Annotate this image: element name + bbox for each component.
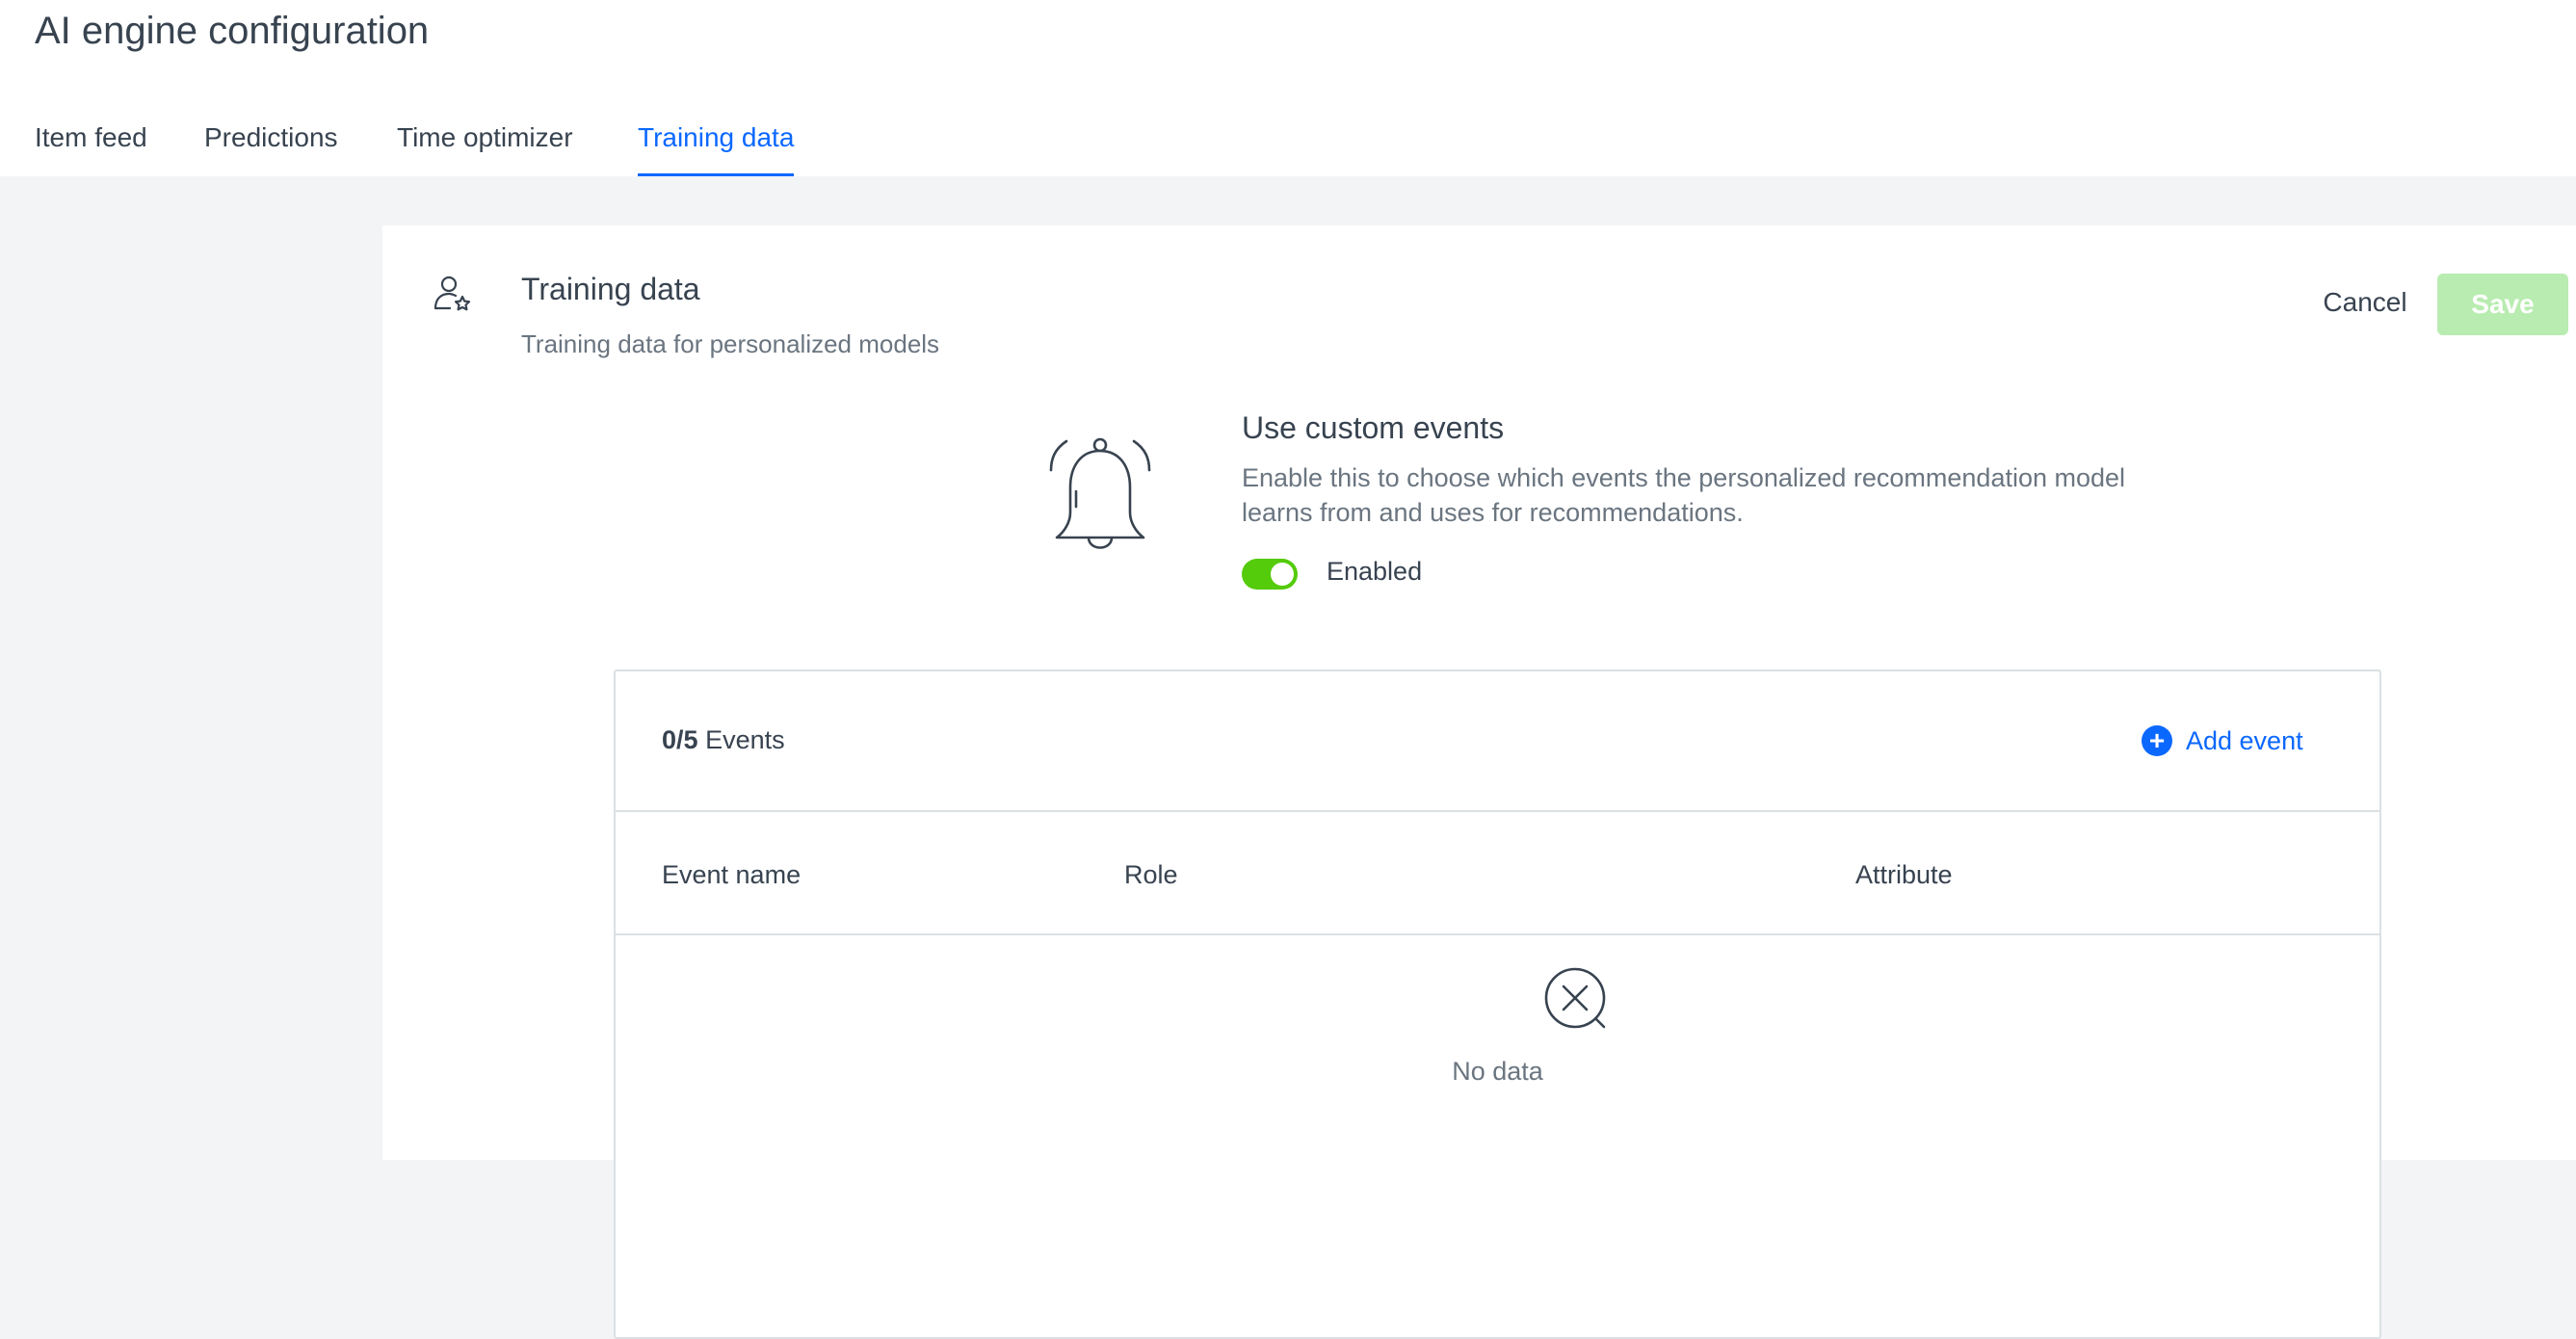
column-attribute: Attribute <box>1855 860 1953 889</box>
tab-training-data[interactable]: Training data <box>638 114 795 176</box>
tab-predictions[interactable]: Predictions <box>204 114 338 176</box>
user-star-icon <box>433 274 473 314</box>
tab-item-feed[interactable]: Item feed <box>35 114 147 176</box>
save-button[interactable]: Save <box>2437 274 2568 335</box>
events-count-suffix: Events <box>705 725 785 754</box>
events-count: 0/5 Events <box>662 725 785 755</box>
table-header-row: Event name Role Attribute <box>616 812 2379 935</box>
no-data-text: No data <box>1452 1057 1543 1086</box>
page-title: AI engine configuration <box>35 10 430 52</box>
section-subtitle: Training data for personalized models <box>521 329 940 358</box>
add-event-label: Add event <box>2186 725 2303 755</box>
cancel-button[interactable]: Cancel <box>2295 274 2435 331</box>
section-title: Training data <box>521 272 700 306</box>
custom-events-description: Enable this to choose which events the p… <box>1242 463 2126 527</box>
column-role: Role <box>1124 860 1178 889</box>
column-event-name: Event name <box>662 860 802 889</box>
page-header: AI engine configuration Item feed Predic… <box>0 0 2576 176</box>
training-data-card: Training data Training data for personal… <box>382 225 2576 1339</box>
bell-icon <box>1047 437 1153 563</box>
custom-events-title: Use custom events <box>1242 410 1505 445</box>
add-event-button[interactable]: + Add event <box>2142 723 2303 758</box>
tab-time-optimizer[interactable]: Time optimizer <box>397 114 573 176</box>
events-table: 0/5 Events + Add event Event name Role A… <box>614 670 2381 1339</box>
toggle-label: Enabled <box>1327 557 1423 586</box>
no-data-icon <box>1542 965 1612 1035</box>
events-header: 0/5 Events + Add event <box>616 671 2379 812</box>
toggle-knob <box>1271 563 1294 586</box>
custom-events-toggle[interactable] <box>1242 559 1298 590</box>
plus-circle-icon: + <box>2142 725 2172 756</box>
events-count-value: 0/5 <box>662 725 698 754</box>
